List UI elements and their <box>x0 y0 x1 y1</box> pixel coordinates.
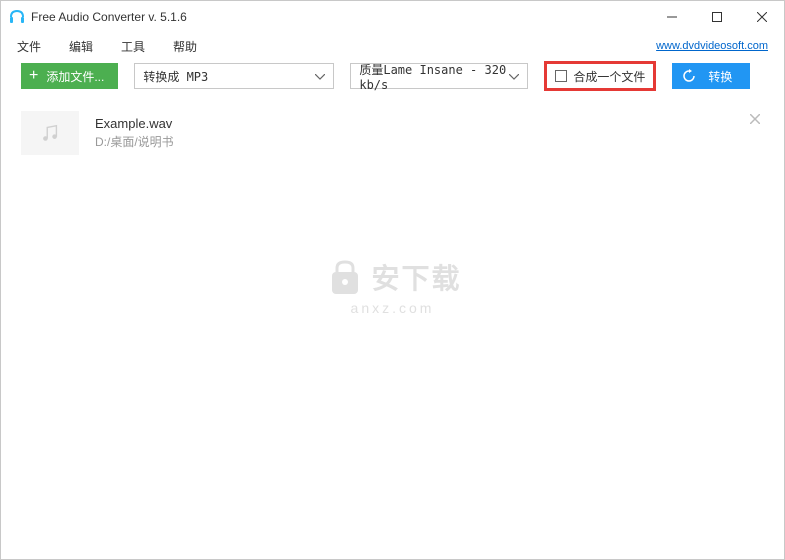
file-list: Example.wav D:/桌面/说明书 <box>1 95 784 171</box>
refresh-icon <box>682 69 696 83</box>
file-path: D:/桌面/说明书 <box>95 133 174 150</box>
menu-tools[interactable]: 工具 <box>121 38 145 55</box>
maximize-button[interactable] <box>694 1 739 33</box>
chevron-down-icon <box>315 69 325 83</box>
window-controls <box>649 1 784 33</box>
watermark: 安下载 anxz.com <box>323 256 461 316</box>
merge-label: 合成一个文件 <box>573 68 645 85</box>
close-button[interactable] <box>739 1 784 33</box>
checkbox-icon <box>555 70 567 82</box>
convert-label: 转换 <box>708 68 732 85</box>
app-icon <box>9 9 25 25</box>
titlebar: Free Audio Converter v. 5.1.6 <box>1 1 784 33</box>
format-select[interactable]: 转换成 MP3 <box>134 63 334 89</box>
menu-edit[interactable]: 编辑 <box>69 38 93 55</box>
site-link[interactable]: www.dvdvideosoft.com <box>656 40 768 52</box>
music-note-icon <box>39 122 61 144</box>
toolbar: + 添加文件... 转换成 MP3 质量Lame Insane - 320 kb… <box>1 59 784 95</box>
menubar: 文件 编辑 工具 帮助 www.dvdvideosoft.com <box>1 33 784 59</box>
menu-help[interactable]: 帮助 <box>173 38 197 55</box>
convert-button[interactable]: 转换 <box>672 63 750 89</box>
format-selected-label: 转换成 MP3 <box>143 68 208 85</box>
list-item[interactable]: Example.wav D:/桌面/说明书 <box>21 103 764 163</box>
file-thumbnail <box>21 111 79 155</box>
merge-checkbox[interactable]: 合成一个文件 <box>544 61 656 91</box>
menu-file[interactable]: 文件 <box>17 38 41 55</box>
file-info: Example.wav D:/桌面/说明书 <box>95 116 174 150</box>
add-files-button[interactable]: + 添加文件... <box>21 63 118 89</box>
minimize-button[interactable] <box>649 1 694 33</box>
watermark-text: 安下载 <box>371 257 461 297</box>
lock-icon <box>323 256 365 298</box>
add-files-label: 添加文件... <box>46 68 104 85</box>
chevron-down-icon <box>509 69 519 83</box>
plus-icon: + <box>29 68 38 84</box>
watermark-sub: anxz.com <box>351 300 435 316</box>
quality-selected-label: 质量Lame Insane - 320 kb/s <box>359 61 509 92</box>
file-name: Example.wav <box>95 116 174 131</box>
app-title: Free Audio Converter v. 5.1.6 <box>31 10 649 24</box>
remove-file-button[interactable] <box>750 111 760 127</box>
quality-select[interactable]: 质量Lame Insane - 320 kb/s <box>350 63 528 89</box>
